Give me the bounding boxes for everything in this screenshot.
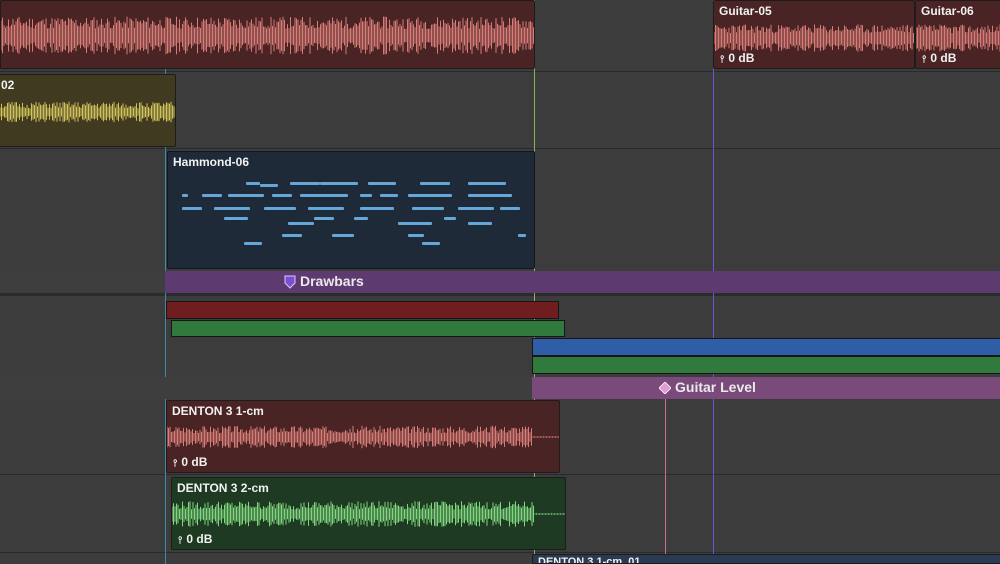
region-bar-red[interactable]: [166, 301, 559, 319]
midi-note[interactable]: [408, 194, 452, 197]
waveform: [0, 101, 175, 123]
midi-note[interactable]: [300, 194, 348, 197]
clip-gain[interactable]: ⫯ 0 dB: [173, 455, 207, 469]
clip-name: 02: [1, 78, 15, 92]
midi-note[interactable]: [332, 234, 354, 237]
midi-note[interactable]: [264, 207, 296, 210]
automation-lane-guitar-level[interactable]: Guitar Level: [0, 377, 1000, 399]
automation-region: [532, 377, 1000, 399]
midi-note[interactable]: [288, 222, 314, 225]
automation-label: Guitar Level: [675, 379, 756, 395]
lane-divider: [0, 293, 1000, 296]
clip-name: DENTON 3 1-cm: [172, 404, 264, 418]
midi-note[interactable]: [444, 217, 456, 220]
waveform: [916, 24, 1000, 52]
midi-note[interactable]: [468, 222, 492, 225]
midi-note[interactable]: [368, 182, 396, 185]
audio-clip-denton-1[interactable]: DENTON 3 1-cm ⫯ 0 dB: [166, 400, 560, 473]
midi-note[interactable]: [354, 217, 368, 220]
audio-clip-denton-1-01[interactable]: DENTON 3 1-cm_01: [532, 554, 1000, 564]
automation-label: Drawbars: [300, 273, 364, 289]
clip-name: Guitar-06: [921, 4, 974, 18]
midi-note[interactable]: [282, 234, 302, 237]
midi-note[interactable]: [468, 194, 512, 197]
diamond-marker-icon[interactable]: [659, 382, 671, 394]
waveform: [1, 16, 534, 55]
lane-divider: [0, 148, 1000, 149]
midi-note[interactable]: [420, 182, 450, 185]
audio-clip-denton-2[interactable]: DENTON 3 2-cm ⫯ 0 dB: [171, 477, 566, 550]
audio-clip-guitar-05[interactable]: Guitar-05 ⫯ 0 dB: [713, 0, 915, 69]
tuning-fork-icon: ⫯: [173, 458, 178, 469]
midi-note[interactable]: [412, 207, 444, 210]
shield-marker-icon[interactable]: [284, 275, 296, 289]
tuning-fork-icon: ⫯: [178, 535, 183, 546]
midi-note[interactable]: [272, 194, 292, 197]
midi-note[interactable]: [518, 234, 526, 237]
midi-note[interactable]: [380, 194, 398, 197]
clip-gain-value: 0 dB: [181, 455, 208, 469]
midi-note[interactable]: [228, 194, 264, 197]
lane-divider: [0, 552, 1000, 553]
midi-note[interactable]: [408, 234, 424, 237]
midi-note[interactable]: [422, 242, 440, 245]
audio-clip-guitar-06[interactable]: Guitar-06 ⫯ 0 dB: [915, 0, 1000, 69]
clip-gain[interactable]: ⫯ 0 dB: [178, 532, 212, 546]
midi-note[interactable]: [320, 182, 358, 185]
midi-note[interactable]: [360, 194, 372, 197]
midi-clip-hammond-06[interactable]: Hammond-06: [167, 151, 535, 269]
midi-note[interactable]: [246, 182, 260, 185]
waveform: [172, 501, 565, 527]
midi-note[interactable]: [360, 207, 394, 210]
clip-name: Guitar-05: [719, 4, 772, 18]
midi-note[interactable]: [214, 207, 250, 210]
clip-name: DENTON 3 1-cm_01: [538, 556, 641, 564]
midi-note[interactable]: [244, 242, 262, 245]
midi-note[interactable]: [290, 182, 320, 185]
midi-note[interactable]: [202, 194, 222, 197]
midi-note[interactable]: [398, 222, 432, 225]
tuning-fork-icon: ⫯: [720, 54, 725, 65]
tuning-fork-icon: ⫯: [922, 54, 927, 65]
clip-gain[interactable]: ⫯ 0 dB: [720, 51, 754, 65]
clip-gain-value: 0 dB: [186, 532, 213, 546]
automation-lane-drawbars[interactable]: Drawbars: [0, 271, 1000, 293]
waveform: [714, 24, 914, 52]
midi-note[interactable]: [224, 217, 248, 220]
region-bar-green-2[interactable]: [532, 356, 1000, 374]
midi-note[interactable]: [260, 184, 278, 187]
midi-note[interactable]: [314, 217, 334, 220]
midi-note[interactable]: [182, 207, 202, 210]
midi-notes: [168, 152, 534, 268]
audio-clip-red-top[interactable]: [0, 0, 535, 69]
automation-point-line: [665, 389, 666, 554]
clip-gain-value: 0 dB: [930, 51, 957, 65]
midi-note[interactable]: [458, 207, 494, 210]
clip-name: DENTON 3 2-cm: [177, 481, 269, 495]
lane-divider: [0, 71, 1000, 72]
midi-note[interactable]: [308, 207, 344, 210]
waveform: [167, 425, 559, 449]
audio-clip-yellow[interactable]: 02: [0, 74, 176, 147]
clip-gain[interactable]: ⫯ 0 dB: [922, 51, 956, 65]
lane-divider: [0, 474, 1000, 475]
region-bar-blue[interactable]: [532, 338, 1000, 356]
midi-note[interactable]: [500, 207, 520, 210]
clip-gain-value: 0 dB: [728, 51, 755, 65]
midi-note[interactable]: [182, 194, 188, 197]
region-bar-green[interactable]: [171, 320, 565, 337]
midi-note[interactable]: [468, 182, 506, 185]
